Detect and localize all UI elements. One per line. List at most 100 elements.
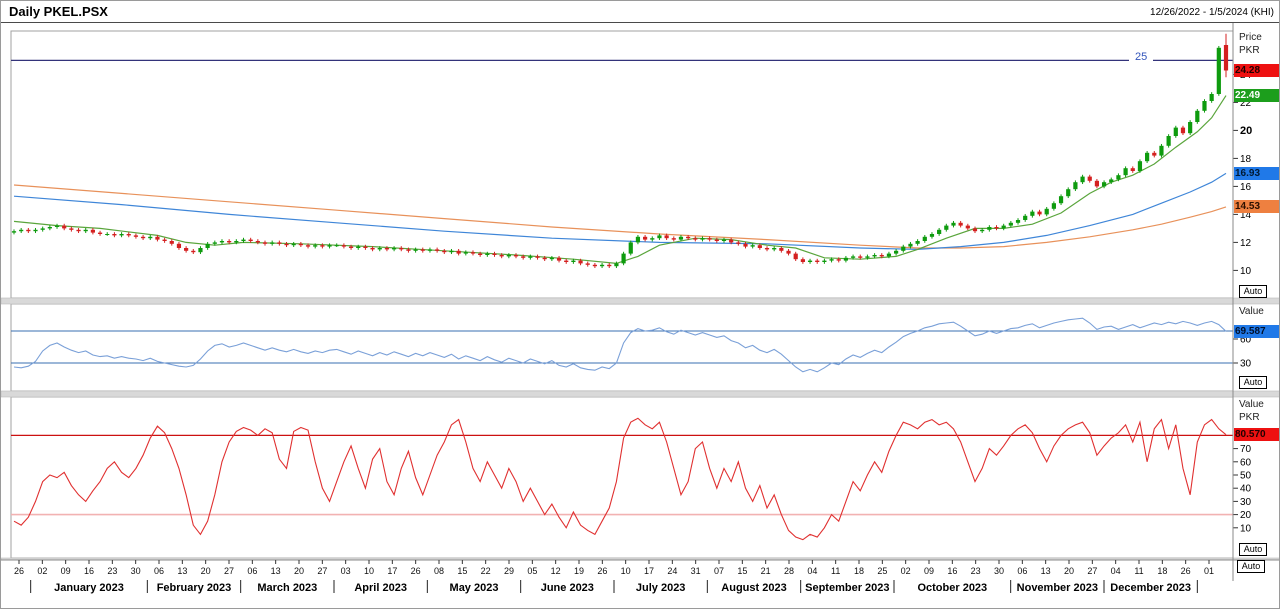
scale-tick-label[interactable]: 40 [1240, 484, 1252, 495]
month-label[interactable]: February 2023 [157, 582, 232, 594]
day-tick-label[interactable]: 20 [1064, 566, 1074, 576]
candle-body [1030, 212, 1034, 216]
scale-tick-label[interactable]: 30 [1240, 497, 1252, 508]
month-label[interactable]: August 2023 [721, 582, 786, 594]
day-tick-label[interactable]: 08 [434, 566, 444, 576]
day-tick-label[interactable]: 27 [1087, 566, 1097, 576]
day-tick-label[interactable]: 12 [551, 566, 561, 576]
day-tick-label[interactable]: 01 [1204, 566, 1214, 576]
day-tick-label[interactable]: 23 [107, 566, 117, 576]
month-label[interactable]: June 2023 [541, 582, 594, 594]
day-tick-label[interactable]: 09 [924, 566, 934, 576]
day-tick-label[interactable]: 27 [317, 566, 327, 576]
day-tick-label[interactable]: 07 [714, 566, 724, 576]
day-tick-label[interactable]: 11 [831, 566, 840, 576]
day-tick-label[interactable]: 13 [271, 566, 281, 576]
candle-body [26, 230, 30, 231]
scale-tick-label[interactable]: 20 [1240, 510, 1252, 521]
rsi-scale-auto-button[interactable]: Auto [1239, 376, 1267, 389]
month-label[interactable]: March 2023 [257, 582, 317, 594]
candle-body [220, 241, 224, 242]
chart-title: Daily PKEL.PSX [9, 4, 108, 19]
candle-body [865, 256, 869, 257]
month-label[interactable]: July 2023 [636, 582, 686, 594]
day-tick-label[interactable]: 04 [1111, 566, 1121, 576]
candle-body [1009, 223, 1013, 226]
day-tick-label[interactable]: 26 [14, 566, 24, 576]
month-label[interactable]: November 2023 [1017, 582, 1098, 594]
scale-tick-label[interactable]: 30 [1240, 359, 1252, 370]
day-tick-label[interactable]: 13 [1041, 566, 1051, 576]
day-tick-label[interactable]: 03 [341, 566, 351, 576]
day-tick-label[interactable]: 24 [667, 566, 677, 576]
day-tick-label[interactable]: 17 [387, 566, 397, 576]
day-tick-label[interactable]: 20 [201, 566, 211, 576]
day-tick-label[interactable]: 13 [177, 566, 187, 576]
day-tick-label[interactable]: 02 [37, 566, 47, 576]
scale-tick-label[interactable]: 60 [1240, 457, 1252, 468]
day-tick-label[interactable]: 20 [294, 566, 304, 576]
day-tick-label[interactable]: 02 [901, 566, 911, 576]
candle-body [234, 241, 238, 242]
day-tick-label[interactable]: 31 [691, 566, 701, 576]
day-tick-label[interactable]: 26 [597, 566, 607, 576]
day-tick-label[interactable]: 15 [737, 566, 747, 576]
day-tick-label[interactable]: 19 [574, 566, 584, 576]
day-tick-label[interactable]: 05 [527, 566, 537, 576]
panel-divider-0[interactable] [1, 298, 1280, 304]
chart-canvas[interactable]: 2422201816141210603070605040302010260209… [1, 1, 1280, 609]
day-tick-label[interactable]: 30 [131, 566, 141, 576]
day-tick-label[interactable]: 11 [1134, 566, 1143, 576]
scale-tick-label[interactable]: 18 [1240, 154, 1252, 165]
day-tick-label[interactable]: 17 [644, 566, 654, 576]
candle-body [155, 237, 159, 240]
month-label[interactable]: October 2023 [917, 582, 987, 594]
day-tick-label[interactable]: 09 [61, 566, 71, 576]
day-tick-label[interactable]: 30 [994, 566, 1004, 576]
day-tick-label[interactable]: 10 [364, 566, 374, 576]
candle-body [1224, 45, 1228, 70]
day-tick-label[interactable]: 25 [877, 566, 887, 576]
day-tick-label[interactable]: 23 [971, 566, 981, 576]
month-label[interactable]: January 2023 [54, 582, 124, 594]
day-tick-label[interactable]: 06 [1017, 566, 1027, 576]
day-tick-label[interactable]: 06 [247, 566, 257, 576]
day-tick-label[interactable]: 06 [154, 566, 164, 576]
day-tick-label[interactable]: 18 [854, 566, 864, 576]
day-tick-label[interactable]: 04 [807, 566, 817, 576]
day-tick-label[interactable]: 10 [621, 566, 631, 576]
month-label[interactable]: May 2023 [450, 582, 499, 594]
day-tick-label[interactable]: 26 [411, 566, 421, 576]
day-tick-label[interactable]: 26 [1181, 566, 1191, 576]
time-axis-auto-button[interactable]: Auto [1237, 560, 1265, 573]
candle-body [837, 259, 841, 260]
month-label[interactable]: December 2023 [1110, 582, 1191, 594]
scale-tick-label[interactable]: 50 [1240, 471, 1252, 482]
candle-body [1181, 128, 1185, 134]
month-label[interactable]: September 2023 [805, 582, 889, 594]
candle-body [779, 248, 783, 251]
month-label[interactable]: April 2023 [354, 582, 407, 594]
day-tick-label[interactable]: 28 [784, 566, 794, 576]
panel-divider-1[interactable] [1, 391, 1280, 397]
scale-tick-label[interactable]: 20 [1240, 125, 1252, 137]
scale-tick-label[interactable]: 10 [1240, 523, 1252, 534]
day-tick-label[interactable]: 16 [84, 566, 94, 576]
day-tick-label[interactable]: 15 [457, 566, 467, 576]
scale-tick-label[interactable]: 12 [1240, 238, 1252, 249]
day-tick-label[interactable]: 22 [481, 566, 491, 576]
day-tick-label[interactable]: 29 [504, 566, 514, 576]
day-tick-label[interactable]: 27 [224, 566, 234, 576]
scale-tick-label[interactable]: 70 [1240, 444, 1252, 455]
price-scale-auto-button[interactable]: Auto [1239, 285, 1267, 298]
candle-body [1088, 177, 1092, 181]
candle-body [901, 247, 905, 251]
scale-tick-label[interactable]: 16 [1240, 182, 1252, 193]
candle-body [284, 244, 288, 245]
candle-body [1016, 220, 1020, 223]
day-tick-label[interactable]: 16 [947, 566, 957, 576]
day-tick-label[interactable]: 18 [1157, 566, 1167, 576]
scale-tick-label[interactable]: 10 [1240, 266, 1252, 277]
stoch-scale-auto-button[interactable]: Auto [1239, 543, 1267, 556]
day-tick-label[interactable]: 21 [761, 566, 771, 576]
